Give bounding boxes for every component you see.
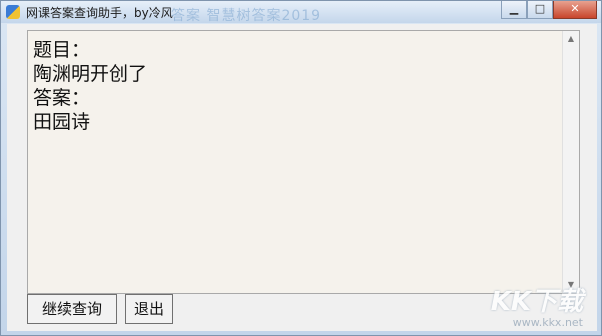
minimize-button[interactable]: ▁ — [501, 1, 527, 19]
vertical-scrollbar[interactable]: ▲ ▼ — [562, 31, 579, 293]
exit-button[interactable]: 退出 — [125, 294, 173, 324]
window-title: 网课答案查询助手，by冷风 — [26, 6, 173, 20]
window-controls: ▁ □ ✕ — [501, 1, 597, 21]
maximize-button[interactable]: □ — [527, 1, 553, 19]
app-icon — [6, 5, 20, 19]
watermark-logo: KK下载 — [490, 287, 583, 317]
result-text: 题目： 陶渊明开创了 答案： 田园诗 — [33, 39, 148, 133]
result-textarea[interactable]: 题目： 陶渊明开创了 答案： 田园诗 ▲ ▼ — [27, 30, 580, 294]
title-bar[interactable]: 网课答案查询助手，by冷风 答案 智慧树答案2019 ▁ □ ✕ — [1, 1, 601, 24]
app-window: 网课答案查询助手，by冷风 答案 智慧树答案2019 ▁ □ ✕ 题目： 陶渊明… — [0, 0, 602, 336]
continue-query-button[interactable]: 继续查询 — [27, 294, 117, 324]
close-icon: ✕ — [570, 2, 580, 15]
scroll-up-icon[interactable]: ▲ — [563, 31, 579, 47]
maximize-icon: □ — [534, 2, 546, 15]
close-button[interactable]: ✕ — [553, 1, 597, 19]
minimize-icon: ▁ — [509, 2, 519, 15]
watermark: KK下载 www.kkx.net — [491, 281, 583, 329]
title-background-text: 答案 智慧树答案2019 — [171, 8, 322, 24]
